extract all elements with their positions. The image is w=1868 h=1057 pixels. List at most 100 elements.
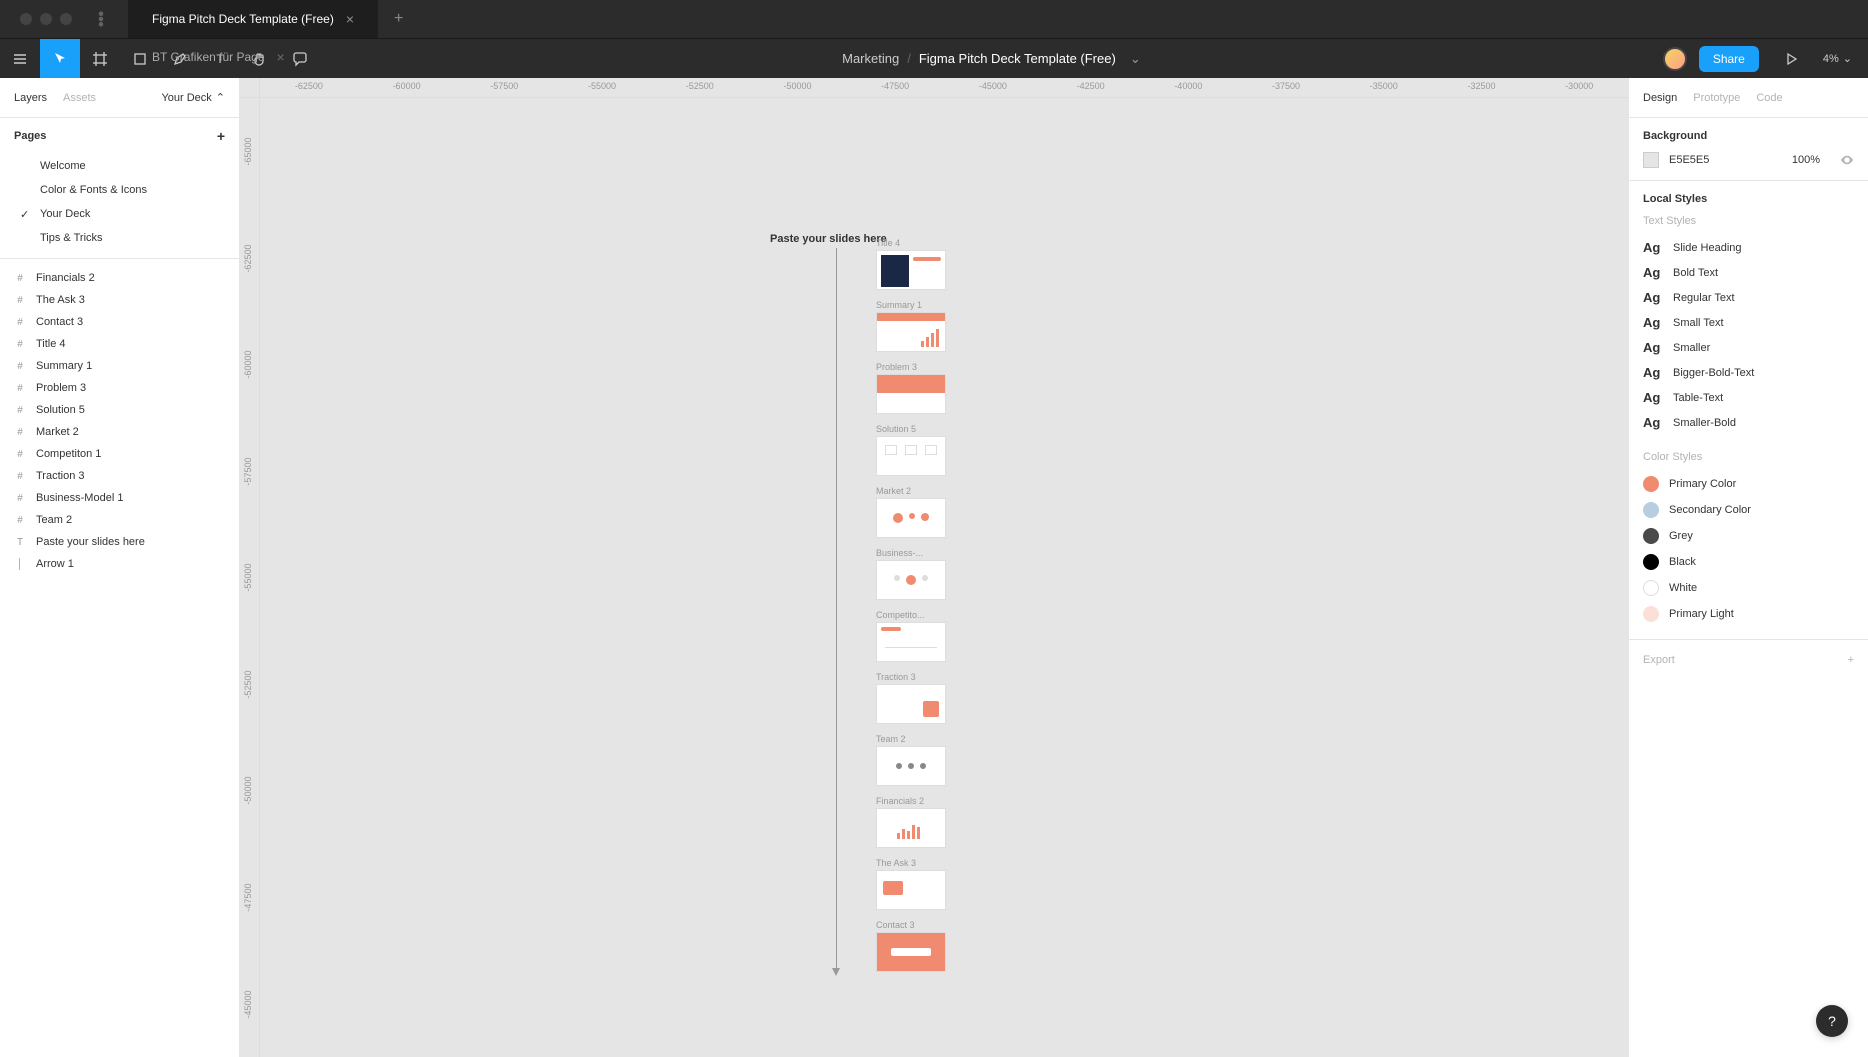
layer-item[interactable]: TPaste your slides here	[0, 531, 239, 553]
share-button[interactable]: Share	[1699, 46, 1759, 72]
text-style-item[interactable]: AgSmaller-Bold	[1643, 410, 1854, 435]
canvas-frame[interactable]: Financials 2	[876, 796, 946, 848]
layer-item[interactable]: #Summary 1	[0, 355, 239, 377]
close-tab-icon[interactable]: ×	[346, 11, 354, 27]
text-style-item[interactable]: AgBold Text	[1643, 260, 1854, 285]
breadcrumb[interactable]: Marketing / Figma Pitch Deck Template (F…	[842, 51, 1141, 67]
layer-item[interactable]: #Traction 3	[0, 465, 239, 487]
frame-thumbnail[interactable]	[876, 746, 946, 786]
minimize-window-icon[interactable]	[40, 13, 52, 25]
layer-item[interactable]: #Business-Model 1	[0, 487, 239, 509]
frame-thumbnail[interactable]	[876, 622, 946, 662]
frame-thumbnail[interactable]	[876, 498, 946, 538]
layers-tab[interactable]: Layers	[14, 92, 47, 104]
assets-tab[interactable]: Assets	[63, 92, 96, 104]
layer-label: Arrow 1	[36, 558, 74, 570]
layer-label: Problem 3	[36, 382, 86, 394]
canvas-frame[interactable]: Team 2	[876, 734, 946, 786]
add-export-button[interactable]: +	[1848, 654, 1854, 666]
layer-item[interactable]: #Competiton 1	[0, 443, 239, 465]
design-tab[interactable]: Design	[1643, 92, 1677, 104]
zoom-selector[interactable]: 4% ⌄	[1823, 52, 1852, 65]
chevron-down-icon[interactable]: ⌄	[1130, 51, 1141, 67]
canvas-frame[interactable]: Competito...	[876, 610, 946, 662]
code-tab[interactable]: Code	[1756, 92, 1782, 104]
canvas-frame[interactable]: The Ask 3	[876, 858, 946, 910]
page-selector[interactable]: Your Deck ⌃	[161, 91, 225, 104]
avatar[interactable]	[1663, 47, 1687, 71]
frame-thumbnail[interactable]	[876, 684, 946, 724]
frame-tool-button[interactable]	[80, 39, 120, 79]
page-item[interactable]: Welcome	[0, 154, 239, 178]
layer-item[interactable]: #Market 2	[0, 421, 239, 443]
layer-item[interactable]: #Title 4	[0, 333, 239, 355]
move-tool-button[interactable]	[40, 39, 80, 79]
help-button[interactable]: ?	[1816, 1005, 1848, 1037]
frame-thumbnail[interactable]	[876, 870, 946, 910]
file-tab[interactable]: Figma Pitch Deck Template (Free)×	[128, 0, 378, 38]
color-style-item[interactable]: Primary Color	[1643, 471, 1854, 497]
text-style-item[interactable]: AgSmaller	[1643, 335, 1854, 360]
file-name[interactable]: Figma Pitch Deck Template (Free)	[919, 51, 1116, 66]
ruler-tick: -52500	[240, 631, 259, 738]
frame-thumbnail[interactable]	[876, 250, 946, 290]
layer-item[interactable]: #The Ask 3	[0, 289, 239, 311]
frame-icon: #	[14, 492, 26, 504]
add-tab-button[interactable]: +	[378, 10, 419, 28]
background-swatch[interactable]	[1643, 152, 1659, 168]
canvas-frame[interactable]: Summary 1	[876, 300, 946, 352]
frame-thumbnail[interactable]	[876, 436, 946, 476]
page-item[interactable]: Tips & Tricks	[0, 226, 239, 250]
present-button[interactable]	[1771, 39, 1811, 79]
color-style-item[interactable]: Primary Light	[1643, 601, 1854, 627]
export-section[interactable]: Export +	[1629, 640, 1868, 680]
frame-thumbnail[interactable]	[876, 932, 946, 972]
canvas[interactable]: -62500-60000-57500-55000-52500-50000-475…	[240, 78, 1628, 1057]
canvas-frame[interactable]: Solution 5	[876, 424, 946, 476]
color-style-item[interactable]: Black	[1643, 549, 1854, 575]
text-style-item[interactable]: AgRegular Text	[1643, 285, 1854, 310]
right-panel: Design Prototype Code Background E5E5E5 …	[1628, 78, 1868, 1057]
background-opacity[interactable]: 100%	[1792, 154, 1820, 166]
menu-button[interactable]	[0, 39, 40, 79]
canvas-frame[interactable]: Market 2	[876, 486, 946, 538]
frame-thumbnail[interactable]	[876, 374, 946, 414]
layer-item[interactable]: #Solution 5	[0, 399, 239, 421]
canvas-frame[interactable]: Title 4	[876, 238, 946, 290]
layer-item[interactable]: #Problem 3	[0, 377, 239, 399]
canvas-frame[interactable]: Problem 3	[876, 362, 946, 414]
text-style-item[interactable]: AgSlide Heading	[1643, 235, 1854, 260]
prototype-tab[interactable]: Prototype	[1693, 92, 1740, 104]
canvas-frame[interactable]: Traction 3	[876, 672, 946, 724]
text-style-icon: Ag	[1643, 365, 1663, 380]
maximize-window-icon[interactable]	[60, 13, 72, 25]
color-style-item[interactable]: White	[1643, 575, 1854, 601]
page-item[interactable]: Color & Fonts & Icons	[0, 178, 239, 202]
add-page-button[interactable]: +	[217, 128, 225, 144]
text-style-item[interactable]: AgTable-Text	[1643, 385, 1854, 410]
canvas-frame[interactable]: Business-...	[876, 548, 946, 600]
page-item[interactable]: Your Deck	[0, 202, 239, 226]
team-name[interactable]: Marketing	[842, 51, 899, 66]
close-window-icon[interactable]	[20, 13, 32, 25]
layer-label: Solution 5	[36, 404, 85, 416]
color-style-label: Primary Light	[1669, 608, 1734, 620]
canvas-frame[interactable]: Contact 3	[876, 920, 946, 972]
frame-thumbnail[interactable]	[876, 312, 946, 352]
text-style-item[interactable]: AgSmall Text	[1643, 310, 1854, 335]
background-hex[interactable]: E5E5E5	[1669, 154, 1782, 166]
file-tab[interactable]: BT Grafiken für Page×	[128, 38, 378, 76]
figma-logo-icon[interactable]	[92, 10, 110, 28]
frame-icon: #	[14, 294, 26, 306]
layer-item[interactable]: #Financials 2	[0, 267, 239, 289]
visibility-icon[interactable]	[1840, 153, 1854, 167]
layer-item[interactable]: │Arrow 1	[0, 553, 239, 575]
close-tab-icon[interactable]: ×	[277, 49, 285, 65]
color-style-item[interactable]: Secondary Color	[1643, 497, 1854, 523]
frame-thumbnail[interactable]	[876, 808, 946, 848]
color-style-item[interactable]: Grey	[1643, 523, 1854, 549]
layer-item[interactable]: #Contact 3	[0, 311, 239, 333]
layer-item[interactable]: #Team 2	[0, 509, 239, 531]
frame-thumbnail[interactable]	[876, 560, 946, 600]
text-style-item[interactable]: AgBigger-Bold-Text	[1643, 360, 1854, 385]
